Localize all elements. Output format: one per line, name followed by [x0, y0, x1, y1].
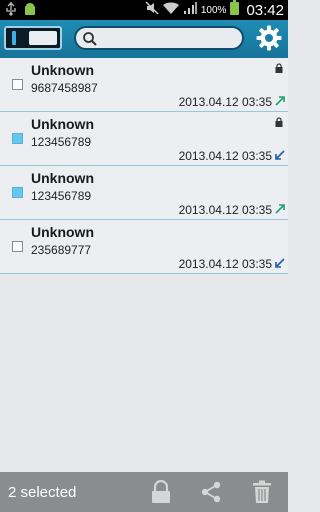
phone-number: 9687458987: [31, 81, 98, 95]
status-bar: 100% 03:42: [0, 0, 288, 20]
phone-number: 123456789: [31, 189, 92, 203]
outgoing-arrow-icon: [275, 96, 285, 106]
call-log-list: Unknown 9687458987 2013.04.12 03:35 Unkn…: [0, 58, 288, 274]
lock-icon: [275, 63, 283, 73]
search-input[interactable]: [100, 30, 242, 48]
android-icon: [24, 2, 36, 21]
phone-number: 123456789: [31, 135, 92, 149]
incoming-arrow-icon: [275, 150, 285, 160]
select-checkbox[interactable]: [12, 187, 23, 198]
wifi-icon: [162, 1, 179, 20]
mute-icon: [145, 0, 159, 20]
gear-icon[interactable]: [256, 25, 282, 51]
contact-name: Unknown: [31, 116, 94, 132]
mode-toggle[interactable]: [4, 26, 62, 50]
call-date: 2013.04.12 03:35: [178, 95, 272, 109]
outgoing-arrow-icon: [275, 204, 285, 214]
usb-icon: [6, 2, 16, 21]
select-checkbox[interactable]: [12, 133, 23, 144]
contact-name: Unknown: [31, 170, 94, 186]
toggle-knob: [29, 31, 57, 45]
share-icon[interactable]: [199, 480, 223, 504]
battery-icon: [230, 0, 240, 20]
toggle-indicator: [12, 31, 16, 45]
list-item[interactable]: Unknown 123456789 2013.04.12 03:35: [0, 166, 288, 220]
incoming-arrow-icon: [275, 258, 285, 268]
call-date: 2013.04.12 03:35: [178, 257, 272, 271]
selected-count: 2 selected: [8, 484, 77, 501]
call-date: 2013.04.12 03:35: [178, 149, 272, 163]
list-item[interactable]: Unknown 123456789 2013.04.12 03:35: [0, 112, 288, 166]
signal-icon: [183, 1, 197, 20]
selection-bar: 2 selected: [0, 472, 288, 512]
search-field[interactable]: [74, 26, 244, 50]
search-icon: [83, 32, 97, 46]
list-item[interactable]: Unknown 9687458987 2013.04.12 03:35: [0, 58, 288, 112]
lock-icon: [275, 117, 283, 127]
call-date: 2013.04.12 03:35: [178, 203, 272, 217]
clock: 03:42: [246, 1, 284, 19]
contact-name: Unknown: [31, 62, 94, 78]
contact-name: Unknown: [31, 224, 94, 240]
select-checkbox[interactable]: [12, 79, 23, 90]
action-bar: [0, 20, 288, 58]
phone-number: 235689777: [31, 243, 92, 257]
trash-icon[interactable]: [252, 480, 272, 504]
select-checkbox[interactable]: [12, 241, 23, 252]
lock-icon[interactable]: [150, 480, 172, 504]
battery-percent: 100%: [200, 4, 227, 16]
list-item[interactable]: Unknown 235689777 2013.04.12 03:35: [0, 220, 288, 274]
